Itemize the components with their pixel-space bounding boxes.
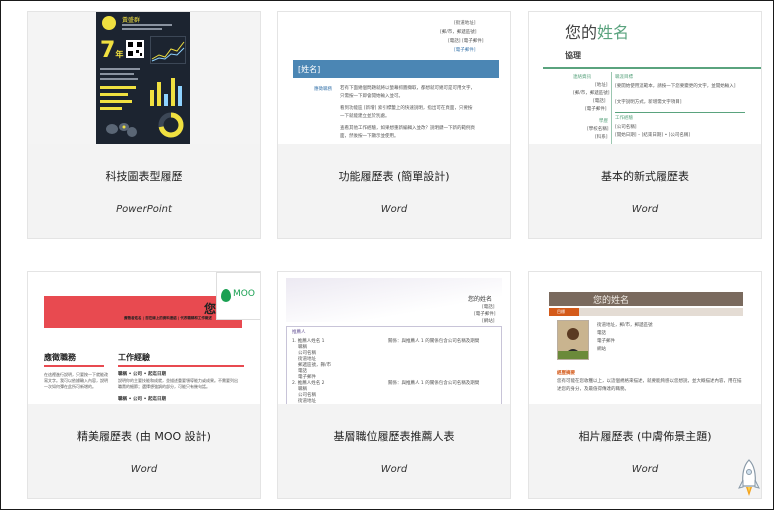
- template-thumbnail: 您的姓名 目標 街道地址，郵/市，郵遞區號 電話 電子郵件 網站 經歷摘要 您有…: [529, 272, 761, 404]
- section-title: 職涯目標: [615, 75, 633, 80]
- template-app: Word: [631, 464, 659, 475]
- line-chart: [150, 36, 186, 64]
- template-title: 基本的新式履歷表: [601, 170, 689, 183]
- section-title: 工作經驗: [118, 353, 150, 362]
- template-thumbnail: 黃盛群 7年: [28, 12, 260, 144]
- template-thumbnail: 您的姓名 [電話] [電子郵件] [網站] 推薦人 1. 推薦人姓名 1 職稱 …: [278, 272, 510, 404]
- template-card-basic-modern-resume[interactable]: 您的姓名 協理 連絡資訊 [地址] [郵/市，郵遞區號] [電話] [電子郵件]…: [528, 11, 762, 239]
- skill-bars: [100, 86, 140, 116]
- section-label: 應徵職務: [314, 87, 332, 92]
- name-banner: [姓名]: [293, 60, 499, 78]
- donut-chart: [158, 112, 184, 138]
- resume-name: 您的姓名: [593, 296, 630, 306]
- template-card-functional-resume[interactable]: [街道地址] [郵/市，郵遞區號] [電話] [電子郵件] [電子郵件] [姓名…: [277, 11, 511, 239]
- moo-logo: MOO: [216, 272, 260, 320]
- resume-name: [姓名]: [298, 65, 321, 74]
- template-thumbnail: 您 應徵者姓名 | 您在線上的資料連結 | 代表職稱和工作概述 MOO 應徵職務…: [28, 272, 260, 404]
- divider: [543, 67, 761, 69]
- section-title: 工作經驗: [615, 116, 633, 121]
- section-title: 經歷摘要: [557, 371, 575, 376]
- avatar: [102, 16, 116, 30]
- section-title: 推薦人: [292, 330, 306, 335]
- template-app: Word: [380, 204, 408, 215]
- resume-subtitle: 協理: [565, 51, 581, 60]
- rocket-icon[interactable]: [736, 458, 762, 502]
- years-number: 7年: [100, 38, 124, 63]
- template-card-moo-resume[interactable]: 您 應徵者姓名 | 您在線上的資料連結 | 代表職稱和工作概述 MOO 應徵職務…: [27, 271, 261, 499]
- template-thumbnail: 您的姓名 協理 連絡資訊 [地址] [郵/市，郵遞區號] [電話] [電子郵件]…: [529, 12, 761, 144]
- template-title: 相片履歷表 (中膚佈景主題): [578, 430, 712, 443]
- template-title: 功能履歷表 (簡單設計): [338, 170, 450, 183]
- template-card-tech-infographic[interactable]: 黃盛群 7年 科技圖表型履歷 PowerPoint: [27, 11, 261, 239]
- template-title: 科技圖表型履歷: [105, 170, 183, 183]
- template-app: Word: [380, 464, 408, 475]
- resume-name: 您的姓名: [565, 23, 630, 42]
- resume-name: 您的姓名: [468, 296, 493, 303]
- photo-placeholder: [557, 320, 589, 360]
- template-card-entry-level-references[interactable]: 您的姓名 [電話] [電子郵件] [網站] 推薦人 1. 推薦人姓名 1 職稱 …: [277, 271, 511, 499]
- qr-code: [126, 40, 144, 58]
- tag-badge: 目標: [549, 308, 579, 316]
- template-title: 精美履歷表 (由 MOO 設計): [77, 430, 211, 443]
- template-thumbnail: [街道地址] [郵/市，郵遞區號] [電話] [電子郵件] [電子郵件] [姓名…: [278, 12, 510, 144]
- template-title: 基層職位履歷表推薦人表: [333, 430, 455, 443]
- world-map-icon: [104, 120, 138, 140]
- resume-name: 黃盛群: [122, 17, 141, 24]
- template-app: Word: [130, 464, 158, 475]
- template-app: PowerPoint: [116, 204, 172, 215]
- leaf-icon: [221, 289, 231, 302]
- template-card-photo-resume[interactable]: 您的姓名 目標 街道地址，郵/市，郵遞區號 電話 電子郵件 網站 經歷摘要 您有…: [528, 271, 762, 499]
- bar-chart: [148, 70, 184, 106]
- template-app: Word: [631, 204, 659, 215]
- template-gallery: 黃盛群 7年 科技圖表型履歷 PowerPoint [街道地址] [郵/市，郵遞…: [0, 0, 774, 510]
- infographic-page: 黃盛群 7年: [96, 12, 190, 144]
- section-title: 應徵職務: [44, 353, 76, 362]
- name-band: 您的姓名: [549, 292, 743, 306]
